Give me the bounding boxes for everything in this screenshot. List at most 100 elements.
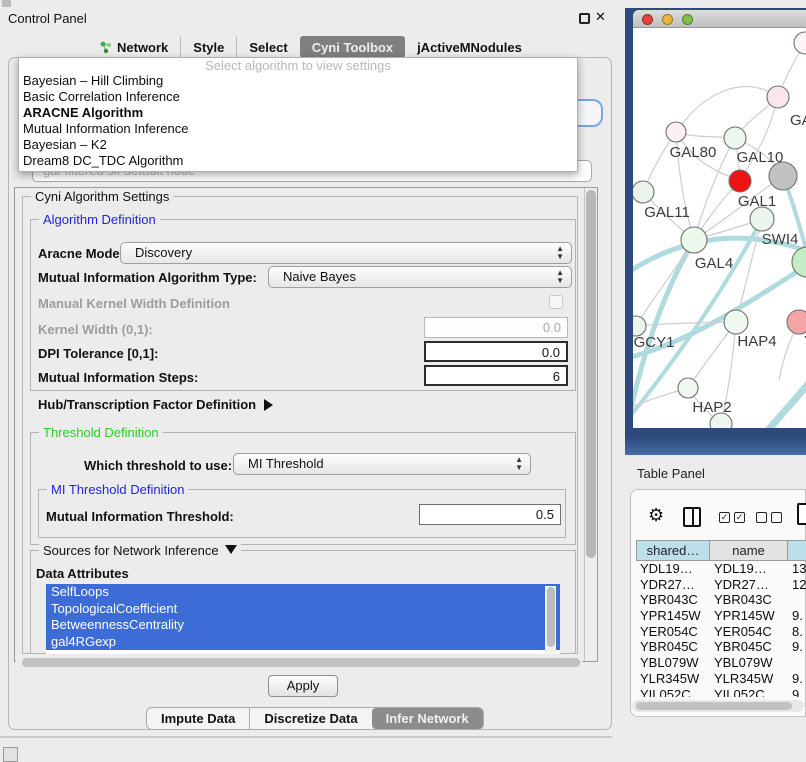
table-cell: YIL052C: [710, 687, 788, 698]
tab-infer-network[interactable]: Infer Network: [372, 708, 483, 729]
tab-label: Cyni Toolbox: [312, 40, 393, 55]
data-attributes-label: Data Attributes: [36, 566, 129, 581]
control-panel-title: Control Panel: [8, 11, 87, 26]
attribute-item[interactable]: SelfLoops: [46, 584, 560, 601]
apply-button[interactable]: Apply: [268, 675, 338, 697]
checked-box-icon: ✓: [734, 512, 745, 523]
aracne-mode-select[interactable]: Discovery ▲▼: [120, 242, 572, 264]
tab-label: Network: [117, 40, 168, 55]
algorithm-option[interactable]: ARACNE Algorithm: [19, 105, 577, 121]
table-cell: YBR043C: [636, 592, 710, 608]
column-header-shared…[interactable]: shared…: [636, 540, 710, 561]
horizontal-scrollbar-thumb[interactable]: [22, 658, 580, 667]
mi-type-select[interactable]: Naive Bayes ▲▼: [268, 266, 572, 288]
float-window-icon[interactable]: [579, 13, 590, 24]
tab-cyni-toolbox[interactable]: Cyni Toolbox: [300, 36, 405, 58]
kernel-width-field[interactable]: 0.0: [424, 317, 568, 338]
attribute-item[interactable]: BetweennessCentrality: [46, 617, 560, 634]
table-row[interactable]: YDL19…YDL19…13: [636, 561, 806, 577]
network-node-gal10[interactable]: [724, 127, 746, 149]
tab-label: jActiveMNodules: [417, 40, 522, 55]
data-attributes-list[interactable]: SelfLoopsTopologicalCoefficientBetweenne…: [46, 584, 560, 654]
unchecked-box-icon: [771, 512, 782, 523]
attributes-scrollbar-thumb[interactable]: [547, 587, 555, 647]
tab-style[interactable]: Style: [180, 36, 236, 58]
table-cell: 9.: [788, 639, 806, 655]
tab-discretize-data[interactable]: Discretize Data: [249, 708, 371, 729]
manual-kernel-label: Manual Kernel Width Definition: [38, 296, 230, 311]
table-cell: YDR27…: [710, 577, 788, 593]
sources-group-title[interactable]: Sources for Network Inference: [39, 543, 241, 558]
network-node-gal[interactable]: [767, 86, 789, 108]
mi-steps-label: Mutual Information Steps:: [38, 370, 198, 385]
column-header-extra[interactable]: [788, 540, 806, 561]
mi-steps-field[interactable]: 6: [424, 365, 568, 386]
table-row[interactable]: YBL079WYBL079W: [636, 655, 806, 671]
tab-network[interactable]: Network: [88, 36, 180, 58]
table-cell: YER054C: [710, 624, 788, 640]
focused-combo-fragment: [578, 99, 603, 127]
close-traffic-icon[interactable]: [642, 14, 653, 25]
network-node-gal4[interactable]: [681, 227, 707, 253]
network-node-gcy1[interactable]: [633, 316, 646, 336]
sources-title-text: Sources for Network Inference: [43, 543, 219, 558]
network-node-hap2[interactable]: [678, 378, 698, 398]
algorithm-option[interactable]: Bayesian – Hill Climbing: [19, 73, 577, 89]
attribute-item[interactable]: TopologicalCoefficient: [46, 601, 560, 618]
which-threshold-select[interactable]: MI Threshold ▲▼: [233, 453, 531, 475]
table-row[interactable]: YER054CYER054C8.: [636, 624, 806, 640]
algorithm-option[interactable]: Mutual Information Inference: [19, 121, 577, 137]
node-label: GAL: [790, 112, 806, 129]
minimize-traffic-icon[interactable]: [662, 14, 673, 25]
mi-threshold-field[interactable]: 0.5: [419, 504, 561, 525]
table-cell: YPR145W: [710, 608, 788, 624]
network-node[interactable]: [769, 162, 797, 190]
network-node-hap4[interactable]: [724, 310, 748, 334]
table-horizontal-scrollbar-thumb[interactable]: [636, 702, 792, 710]
tab-select[interactable]: Select: [236, 36, 299, 58]
node-attribute-table[interactable]: shared…nameYDL19…YDL19…13YDR27…YDR27…12Y…: [636, 540, 806, 697]
document-icon[interactable]: [797, 503, 806, 525]
column-layout-icon[interactable]: [683, 507, 701, 527]
table-cell: YPR145W: [636, 608, 710, 624]
minimized-panel-chip[interactable]: [3, 747, 18, 762]
network-window-titlebar[interactable]: [633, 10, 806, 28]
vertical-scrollbar-thumb[interactable]: [586, 190, 596, 558]
column-header-name[interactable]: name: [710, 540, 788, 561]
network-node-gal1[interactable]: [729, 170, 751, 192]
attribute-item[interactable]: gal4RGexp: [46, 634, 560, 651]
expand-right-icon: [264, 399, 273, 411]
network-node-gal11[interactable]: [633, 181, 654, 203]
network-node-y[interactable]: [787, 310, 806, 334]
network-node-gal80[interactable]: [666, 122, 686, 142]
tab-jactivemnodules[interactable]: jActiveMNodules: [405, 36, 534, 58]
manual-kernel-checkbox[interactable]: [549, 295, 563, 309]
dpi-tolerance-field[interactable]: 0.0: [424, 341, 568, 362]
tab-impute-data[interactable]: Impute Data: [147, 708, 249, 729]
mi-type-value: Naive Bayes: [283, 269, 356, 284]
table-cell: YBL079W: [636, 655, 710, 671]
algorithm-option[interactable]: Dream8 DC_TDC Algorithm: [19, 153, 577, 169]
node-label: GCY1: [634, 334, 675, 351]
table-row[interactable]: YBR045CYBR045C9.: [636, 639, 806, 655]
deselect-all-columns-icon[interactable]: [756, 512, 782, 523]
algorithm-option[interactable]: Basic Correlation Inference: [19, 89, 577, 105]
close-icon[interactable]: ✕: [595, 9, 606, 25]
hub-definition-toggle[interactable]: Hub/Transcription Factor Definition: [38, 397, 273, 412]
network-node[interactable]: [750, 207, 774, 231]
table-row[interactable]: YIL052CYIL052C9.: [636, 687, 806, 698]
network-canvas[interactable]: GALGAL80GAL10GAL1GAL11SWI4GAL4GCY1HAP4YH…: [633, 28, 806, 428]
table-row[interactable]: YDR27…YDR27…12: [636, 577, 806, 593]
zoom-traffic-icon[interactable]: [682, 14, 693, 25]
select-all-columns-icon[interactable]: ✓ ✓: [719, 512, 745, 523]
network-node[interactable]: [794, 32, 806, 54]
network-view-window[interactable]: GALGAL80GAL10GAL1GAL11SWI4GAL4GCY1HAP4YH…: [633, 10, 806, 428]
table-row[interactable]: YPR145WYPR145W9.: [636, 608, 806, 624]
table-cell: YER054C: [636, 624, 710, 640]
mi-threshold-label: Mutual Information Threshold:: [46, 509, 234, 524]
table-row[interactable]: YBR043CYBR043C: [636, 592, 806, 608]
table-cell: 12: [788, 577, 806, 593]
gear-icon[interactable]: ⚙: [648, 505, 664, 526]
table-row[interactable]: YLR345WYLR345W9.: [636, 671, 806, 687]
algorithm-option[interactable]: Bayesian – K2: [19, 137, 577, 153]
